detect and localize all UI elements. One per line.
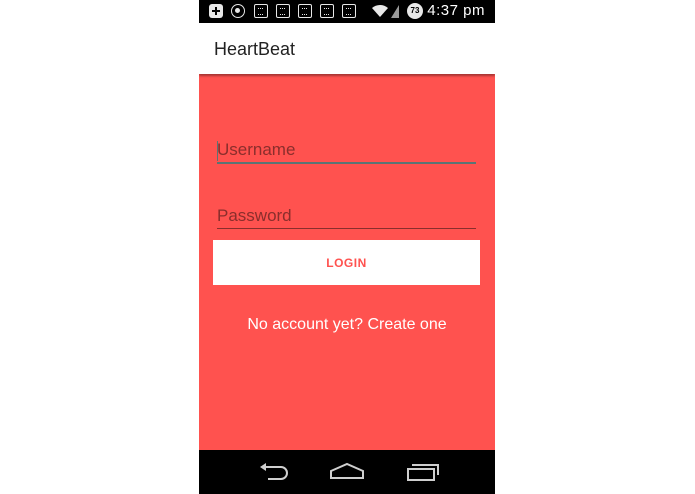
login-button[interactable]: LOGIN [213, 240, 480, 285]
create-account-link[interactable]: No account yet? Create one [199, 316, 495, 334]
notification-icon [298, 4, 312, 18]
notification-icon [342, 4, 356, 18]
password-field-container [217, 203, 476, 229]
whatsapp-icon [231, 4, 245, 18]
notification-icon [320, 4, 334, 18]
notification-icon [254, 4, 268, 18]
wifi-icon [371, 4, 389, 18]
username-field-container [217, 138, 476, 164]
battery-icon: 73 [407, 3, 423, 19]
app-bar: HeartBeat [199, 23, 495, 74]
notification-icon [276, 4, 290, 18]
text-cursor [217, 141, 218, 161]
status-time: 4:37 pm [427, 2, 485, 19]
status-bar: 73 4:37 pm [199, 0, 495, 23]
navigation-bar [199, 450, 495, 494]
recent-apps-icon[interactable] [402, 460, 442, 484]
back-icon[interactable] [254, 460, 294, 484]
plus-icon [209, 4, 223, 18]
phone-screen: 73 4:37 pm HeartBeat LOGIN No account ye… [199, 0, 495, 494]
password-input[interactable] [217, 203, 476, 228]
login-screen: LOGIN No account yet? Create one [199, 74, 495, 450]
home-icon[interactable] [327, 460, 367, 484]
signal-icon [391, 4, 399, 18]
app-title: HeartBeat [214, 39, 296, 59]
username-input[interactable] [217, 138, 476, 162]
